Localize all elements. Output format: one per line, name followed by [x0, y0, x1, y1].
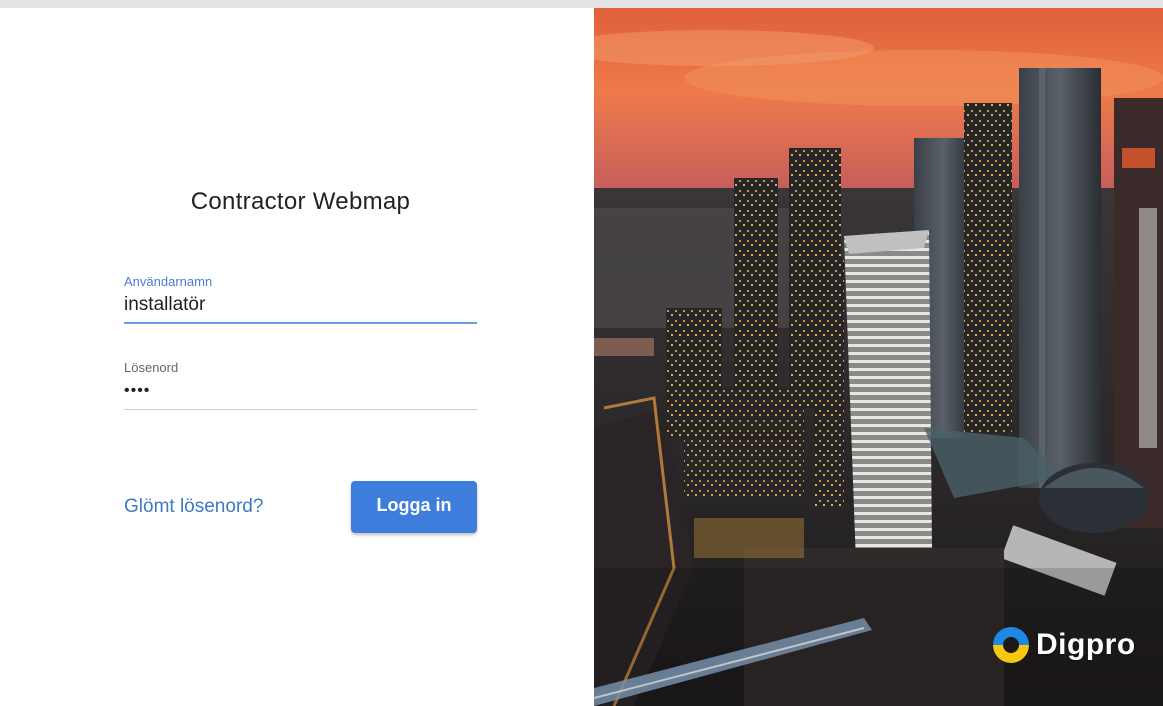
app-title: Contractor Webmap: [190, 188, 411, 215]
city-skyline-image: [594, 8, 1163, 706]
password-input[interactable]: [124, 377, 477, 410]
login-button[interactable]: Logga in: [351, 481, 477, 533]
username-input[interactable]: [124, 291, 477, 324]
skyline-illustration: [594, 8, 1163, 706]
username-field: Användarnamn: [124, 273, 477, 324]
top-divider: [0, 0, 1163, 8]
password-label: Lösenord: [124, 360, 179, 375]
forgot-password-link[interactable]: Glömt lösenord?: [124, 496, 263, 518]
digpro-logo-icon: [993, 627, 1029, 663]
username-label: Användarnamn: [124, 274, 213, 289]
digpro-logo-text: Digpro: [1036, 628, 1136, 661]
password-field: Lösenord: [124, 359, 477, 410]
login-panel: [0, 8, 594, 706]
digpro-logo: Digpro: [990, 620, 1150, 670]
